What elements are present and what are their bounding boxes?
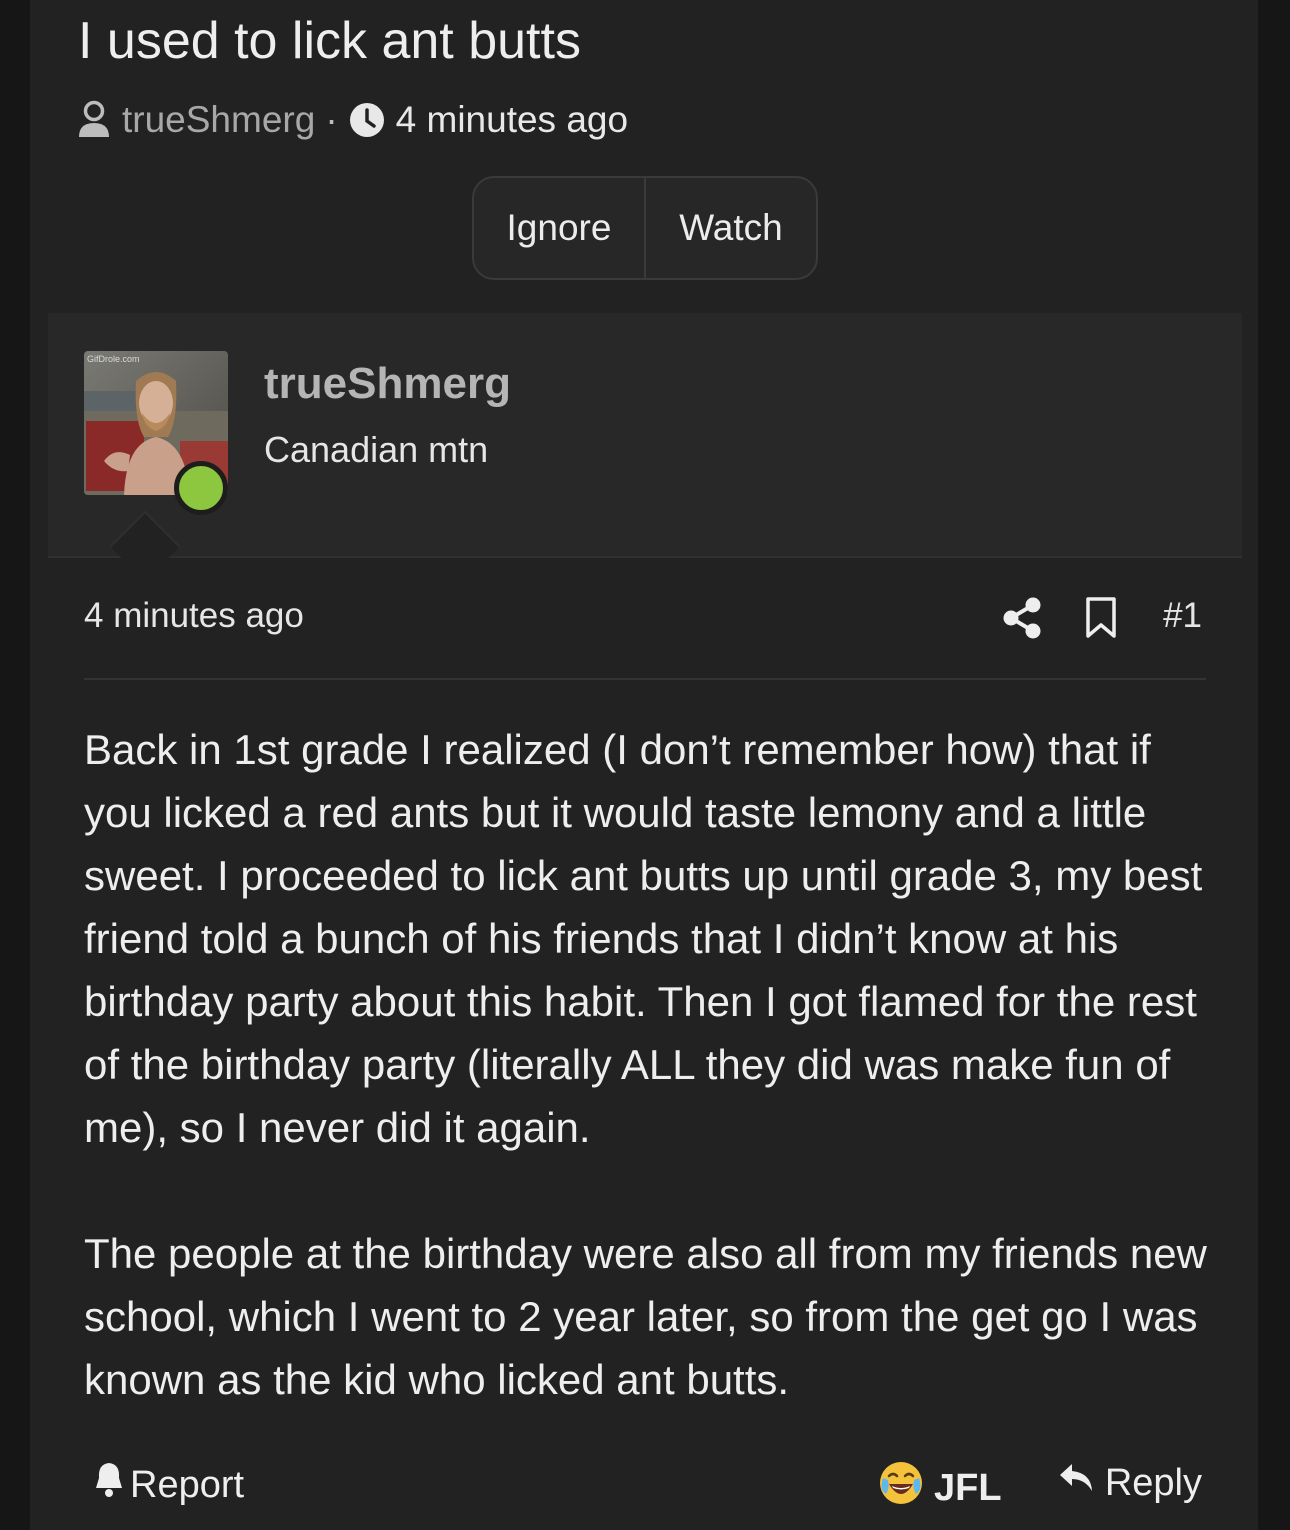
report-button[interactable]: Report bbox=[92, 1460, 244, 1510]
report-label: Report bbox=[130, 1463, 245, 1506]
thread-action-group: Ignore Watch bbox=[472, 176, 818, 280]
clock-icon bbox=[348, 101, 386, 139]
watch-button[interactable]: Watch bbox=[646, 178, 816, 278]
thread-author-link[interactable]: trueShmerg bbox=[122, 99, 315, 141]
user-icon bbox=[76, 100, 112, 140]
post-header: 4 minutes ago #1 bbox=[84, 594, 1206, 642]
post-divider bbox=[84, 678, 1206, 680]
meta-separator: · bbox=[325, 99, 338, 140]
ignore-button[interactable]: Ignore bbox=[474, 178, 644, 278]
post-user-block: GifDrole.com trueShmerg Canadian mtn bbox=[48, 313, 1242, 558]
reaction-button[interactable]: JFL bbox=[878, 1460, 1002, 1516]
user-title: Canadian mtn bbox=[264, 429, 489, 470]
post-paragraph: The people at the birthday were also all… bbox=[84, 1230, 1207, 1403]
share-icon[interactable] bbox=[1002, 596, 1042, 645]
reaction-label: JFL bbox=[934, 1466, 1002, 1509]
reply-arrow-icon bbox=[1057, 1460, 1105, 1506]
bookmark-icon[interactable] bbox=[1084, 596, 1118, 645]
thread-meta: trueShmerg · 4 minutes ago bbox=[76, 96, 628, 144]
thread-title: I used to lick ant butts bbox=[78, 12, 581, 70]
post-body: Back in 1st grade I realized (I don’t re… bbox=[84, 718, 1214, 1411]
reply-button[interactable]: Reply bbox=[1057, 1460, 1202, 1506]
online-status-indicator bbox=[174, 461, 228, 515]
thread-time-link[interactable]: 4 minutes ago bbox=[396, 99, 628, 141]
bell-icon bbox=[92, 1460, 130, 1510]
page-container: I used to lick ant butts trueShmerg · 4 … bbox=[30, 0, 1258, 1530]
post-username-link[interactable]: trueShmerg bbox=[264, 359, 511, 409]
post-paragraph: Back in 1st grade I realized (I don’t re… bbox=[84, 726, 1203, 1151]
post-number-link[interactable]: #1 bbox=[1163, 596, 1202, 636]
post-time-link[interactable]: 4 minutes ago bbox=[84, 596, 304, 636]
avatar-watermark: GifDrole.com bbox=[87, 354, 140, 364]
post-actions: Report JFL Reply bbox=[84, 1460, 1206, 1514]
reply-label: Reply bbox=[1104, 1461, 1202, 1504]
crying-laughing-emoji-icon bbox=[878, 1460, 934, 1516]
